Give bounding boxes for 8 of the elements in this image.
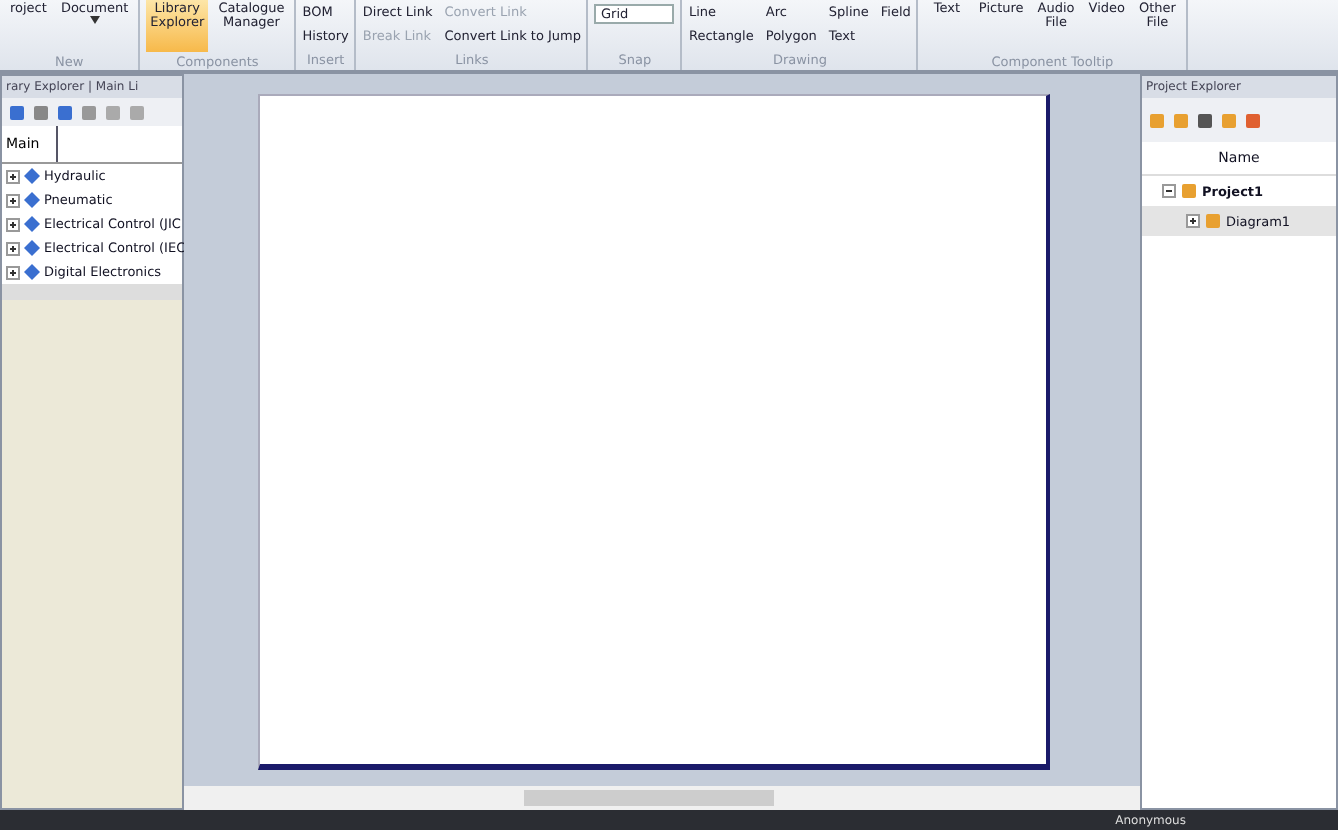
expander-icon[interactable] <box>6 241 20 255</box>
expander-icon[interactable] <box>1162 184 1176 198</box>
expander-icon[interactable] <box>6 265 20 279</box>
expander-icon[interactable] <box>6 217 20 231</box>
expander-icon[interactable] <box>1186 214 1200 228</box>
scrollbar-thumb[interactable] <box>524 790 774 806</box>
expander-icon[interactable] <box>6 169 20 183</box>
expander-icon[interactable] <box>6 193 20 207</box>
